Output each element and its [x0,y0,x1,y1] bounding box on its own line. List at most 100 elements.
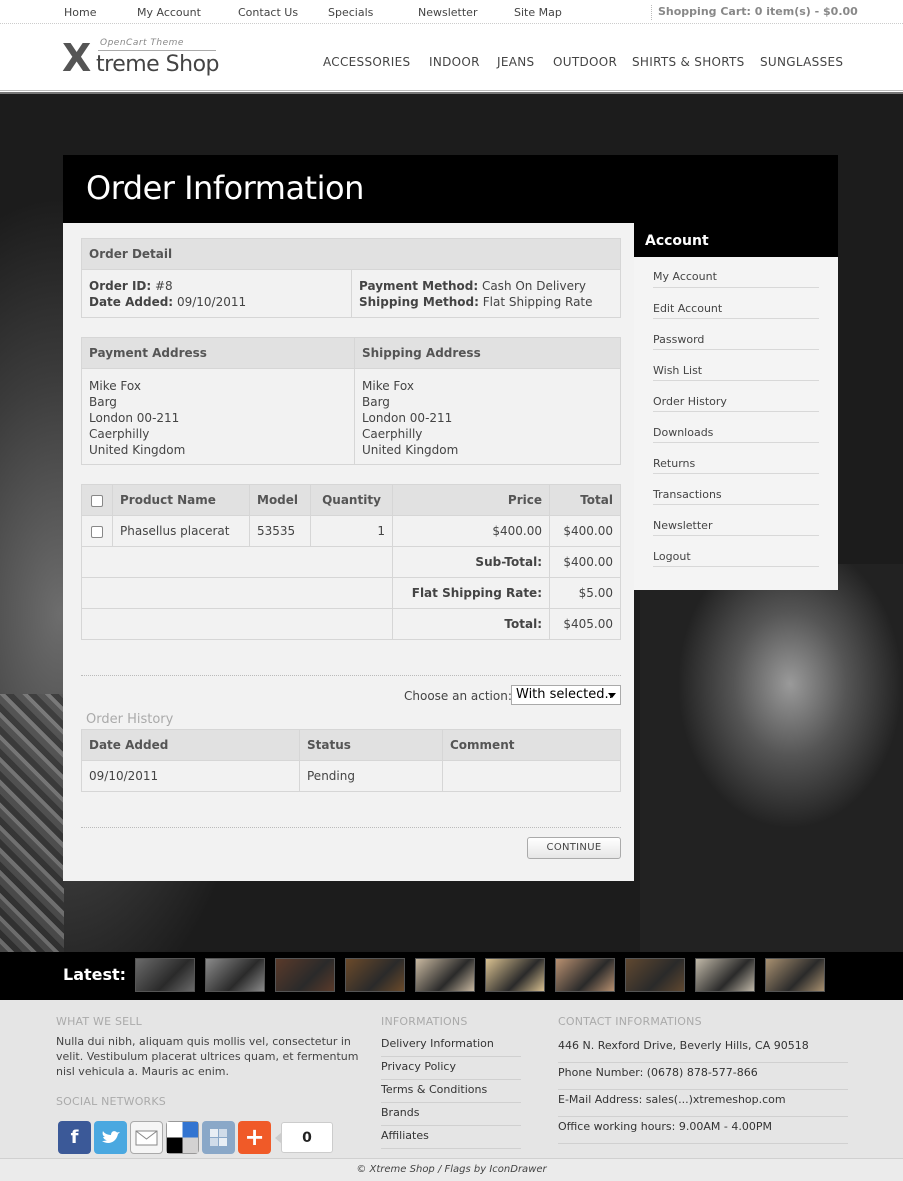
footer-link-brands[interactable]: Brands [381,1103,521,1126]
table-row: 09/10/2011 Pending [81,760,621,792]
shipping-method-value: Flat Shipping Rate [482,294,593,309]
sidebar-item-newsletter[interactable]: Newsletter [653,505,819,536]
email-icon[interactable] [130,1121,163,1154]
shipping-address-line: Mike Fox [362,378,414,393]
latest-thumbnail[interactable] [275,958,335,992]
footer-link-terms[interactable]: Terms & Conditions [381,1080,521,1103]
col-status: Status [299,729,443,761]
delicious-icon[interactable] [166,1121,199,1154]
what-we-sell-text: Nulla dui nibh, aliquam quis mollis vel,… [56,1035,359,1078]
latest-thumbnail[interactable] [625,958,685,992]
top-nav-site-map[interactable]: Site Map [514,6,594,19]
sidebar-item-edit-account[interactable]: Edit Account [653,288,819,319]
footer-link-privacy[interactable]: Privacy Policy [381,1057,521,1080]
informations-heading: INFORMATIONS [381,1015,468,1028]
sidebar-item-my-account[interactable]: My Account [653,257,819,288]
chevron-down-icon [608,693,616,698]
latest-thumbnail[interactable] [135,958,195,992]
social-networks-heading: SOCIAL NETWORKS [56,1095,166,1108]
nav-shirts-shorts[interactable]: SHIRTS & SHORTS [632,55,745,69]
sidebar-item-returns[interactable]: Returns [653,443,819,474]
contact-hours: Office working hours: 9.00AM - 4.00PM [558,1117,848,1144]
action-select[interactable]: With selected.. [511,685,621,705]
contact-email: E-Mail Address: sales(...)xtremeshop.com [558,1090,848,1117]
nav-accessories[interactable]: ACCESSORIES [323,55,410,69]
payment-method-value: Cash On Delivery [481,278,587,293]
payment-address: Mike Fox Barg London 00-211 Caerphilly U… [81,368,355,465]
header: X OpenCart Theme treme Shop ACCESSORIES … [0,24,903,90]
account-sidebar: Account My Account Edit Account Password… [634,223,838,590]
shopping-cart-summary[interactable]: Shopping Cart: 0 item(s) - $0.00 [651,5,858,20]
latest-thumbnail[interactable] [485,958,545,992]
footer-link-delivery[interactable]: Delivery Information [381,1034,521,1057]
latest-products-strip: Latest: [0,952,903,1000]
latest-thumbnail[interactable] [555,958,615,992]
shipping-address-heading: Shipping Address [354,337,621,369]
top-nav-specials[interactable]: Specials [328,6,418,19]
sidebar-item-wish-list[interactable]: Wish List [653,350,819,381]
date-added-value: 09/10/2011 [176,294,247,309]
contact-address: 446 N. Rexford Drive, Beverly Hills, CA … [558,1036,848,1063]
top-nav-contact-us[interactable]: Contact Us [238,6,328,19]
continue-button[interactable]: CONTINUE [527,837,621,859]
top-bar: Home My Account Contact Us Specials News… [0,0,903,24]
logo[interactable]: X OpenCart Theme treme Shop [62,36,222,78]
page-title: Order Information [86,169,364,207]
order-id-label: Order ID: [89,278,152,293]
latest-thumbnail[interactable] [345,958,405,992]
latest-thumbnail[interactable] [205,958,265,992]
what-we-sell-heading: WHAT WE SELL [56,1015,142,1028]
sidebar-menu: My Account Edit Account Password Wish Li… [634,257,838,567]
logo-text: treme Shop [96,52,220,77]
product-name[interactable]: Phasellus placerat [112,515,250,547]
history-date: 09/10/2011 [81,760,300,792]
action-label: Choose an action: [404,689,512,703]
col-product-name: Product Name [112,484,250,516]
sidebar-item-logout[interactable]: Logout [653,536,819,567]
share-plus-icon[interactable]: + [238,1121,271,1154]
nav-jeans[interactable]: JEANS [497,55,534,69]
payment-address-heading: Payment Address [81,337,355,369]
payment-address-line: Barg [89,394,117,409]
payment-method-label: Payment Method: [359,278,479,293]
logo-tagline: OpenCart Theme [100,38,184,48]
top-nav-my-account[interactable]: My Account [137,6,238,19]
date-added-label: Date Added: [89,294,174,309]
hero-hand-shade [640,564,903,952]
subtotal-row: Sub-Total: $400.00 [81,546,621,578]
nav-outdoor[interactable]: OUTDOOR [553,55,617,69]
order-detail-heading: Order Detail [81,238,621,270]
total-label: Total: [392,608,550,640]
latest-thumbnail[interactable] [695,958,755,992]
select-all-checkbox[interactable] [91,494,103,507]
payment-address-line: United Kingdom [89,442,186,457]
action-select-value: With selected.. [516,687,613,702]
nav-indoor[interactable]: INDOOR [429,55,480,69]
col-comment: Comment [442,729,621,761]
order-detail-right: Payment Method: Cash On Delivery Shippin… [351,269,621,318]
select-all-cell [81,484,113,516]
latest-thumbnail[interactable] [415,958,475,992]
latest-thumbnail[interactable] [765,958,825,992]
order-detail-table: Order Detail Order ID: #8 Date Added: 09… [81,238,621,318]
sidebar-item-downloads[interactable]: Downloads [653,412,819,443]
top-nav-newsletter[interactable]: Newsletter [418,6,514,19]
sidebar-item-password[interactable]: Password [653,319,819,350]
row-checkbox[interactable] [91,525,103,538]
footer-link-affiliates[interactable]: Affiliates [381,1126,521,1149]
address-table: Payment Address Shipping Address Mike Fo… [81,337,621,465]
sidebar-item-transactions[interactable]: Transactions [653,474,819,505]
top-nav-home[interactable]: Home [64,6,137,19]
facebook-icon[interactable]: f [58,1121,91,1154]
digg-icon[interactable] [202,1121,235,1154]
nav-sunglasses[interactable]: SUNGLASSES [760,55,843,69]
payment-address-line: London 00-211 [89,410,180,425]
sidebar-item-order-history[interactable]: Order History [653,381,819,412]
page-title-bar: Order Information [63,155,838,223]
shipping-address-line: Barg [362,394,390,409]
sidebar-heading: Account [634,223,838,257]
shipping-address: Mike Fox Barg London 00-211 Caerphilly U… [354,368,621,465]
copyright: © Xtreme Shop / Flags by IconDrawer [0,1158,903,1181]
order-history-table: Date Added Status Comment 09/10/2011 Pen… [81,729,621,792]
twitter-icon[interactable] [94,1121,127,1154]
